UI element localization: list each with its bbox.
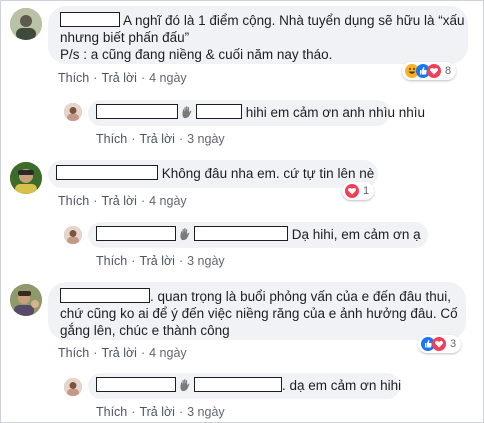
reply-actions: Thích · Trả lời · 3 ngày [96, 405, 225, 419]
reply-link[interactable]: Trả lời [101, 194, 137, 208]
comment-actions: Thích · Trả lời · 4 ngày [58, 194, 187, 208]
reply-actions: Thích · Trả lời · 3 ngày [96, 254, 225, 268]
timestamp[interactable]: 4 ngày [149, 194, 187, 208]
comment-text: P/s : a cũng đang niềng & cuối năm nay t… [60, 47, 333, 62]
like-link[interactable]: Thích [58, 194, 89, 208]
timestamp[interactable]: 3 ngày [187, 254, 225, 268]
waving-hand-icon [178, 378, 192, 392]
waving-hand-icon [180, 105, 194, 119]
love-icon [345, 184, 359, 198]
timestamp[interactable]: 4 ngày [149, 346, 187, 360]
reply-bubble: hihi em cảm ơn anh nhìu nhìu [88, 100, 425, 126]
redacted-name[interactable] [96, 377, 176, 392]
redacted-name[interactable] [56, 165, 158, 180]
reply-link[interactable]: Trả lời [101, 71, 137, 85]
avatar[interactable] [64, 103, 82, 121]
like-link[interactable]: Thích [96, 405, 127, 419]
reply-link[interactable]: Trả lời [139, 405, 175, 419]
like-link[interactable]: Thích [58, 346, 89, 360]
comment-actions: Thích · Trả lời · 4 ngày [58, 71, 187, 85]
redacted-name[interactable] [194, 377, 282, 392]
comment-text: chứ cũng ko ai để ý đến việc niềng răng … [60, 306, 458, 321]
reply-link[interactable]: Trả lời [139, 132, 175, 146]
timestamp[interactable]: 3 ngày [187, 132, 225, 146]
redacted-name[interactable] [96, 226, 176, 241]
comment-text: A nghĩ đó là 1 điểm cộng. Nhà tuyển dụng… [123, 13, 465, 28]
reply-text: hihi em cảm ơn anh nhìu nhìu [245, 105, 425, 120]
reply-actions: Thích · Trả lời · 3 ngày [96, 132, 225, 146]
reply-link[interactable]: Trả lời [139, 254, 175, 268]
avatar[interactable] [10, 8, 42, 40]
like-link[interactable]: Thích [96, 254, 127, 268]
timestamp[interactable]: 4 ngày [149, 71, 187, 85]
avatar[interactable] [64, 226, 82, 244]
waving-hand-icon [178, 227, 192, 241]
avatar[interactable] [64, 378, 82, 396]
comment-bubble: Không đâu nha em. cứ tự tin lên nè [48, 160, 378, 188]
redacted-name[interactable] [96, 104, 178, 119]
reply-bubble: . dạ em cảm ơn hihi [88, 373, 402, 399]
avatar[interactable] [10, 162, 42, 194]
love-icon [427, 64, 441, 78]
comment-text: gắng lên, chúc e thành công [60, 323, 230, 338]
redacted-name[interactable] [194, 226, 288, 241]
reply-link[interactable]: Trả lời [101, 346, 137, 360]
reaction-summary[interactable]: 1 [342, 182, 375, 200]
reply-bubble: Dạ hihi, em cảm ơn ạ [88, 222, 428, 248]
reply-text: . dạ em cảm ơn hihi [282, 378, 402, 393]
avatar[interactable] [10, 284, 42, 316]
timestamp[interactable]: 3 ngày [187, 405, 225, 419]
redacted-name[interactable] [196, 104, 242, 119]
reaction-count: 8 [445, 65, 452, 77]
comment-text: nhưng biết phấn đấu” [60, 30, 190, 45]
redacted-name[interactable] [60, 288, 150, 303]
reaction-summary[interactable]: 8 [402, 62, 457, 80]
comment-actions: Thích · Trả lời · 4 ngày [58, 346, 187, 360]
like-link[interactable]: Thích [96, 132, 127, 146]
reaction-summary[interactable]: 3 [418, 335, 462, 353]
comment-text: Không đâu nha em. cứ tự tin lên nè [161, 166, 375, 181]
like-link[interactable]: Thích [58, 71, 89, 85]
love-icon [432, 337, 446, 351]
reaction-count: 3 [450, 338, 457, 350]
redacted-name[interactable] [60, 12, 120, 27]
comment-bubble: A nghĩ đó là 1 điểm cộng. Nhà tuyển dụng… [48, 6, 468, 64]
comment-bubble: . quan trọng là buổi phỏng vấn của e đến… [48, 282, 466, 340]
reply-text: Dạ hihi, em cảm ơn ạ [291, 227, 421, 242]
reaction-count: 1 [363, 185, 370, 197]
comment-text: . quan trọng là buổi phỏng vấn của e đến… [150, 289, 451, 304]
